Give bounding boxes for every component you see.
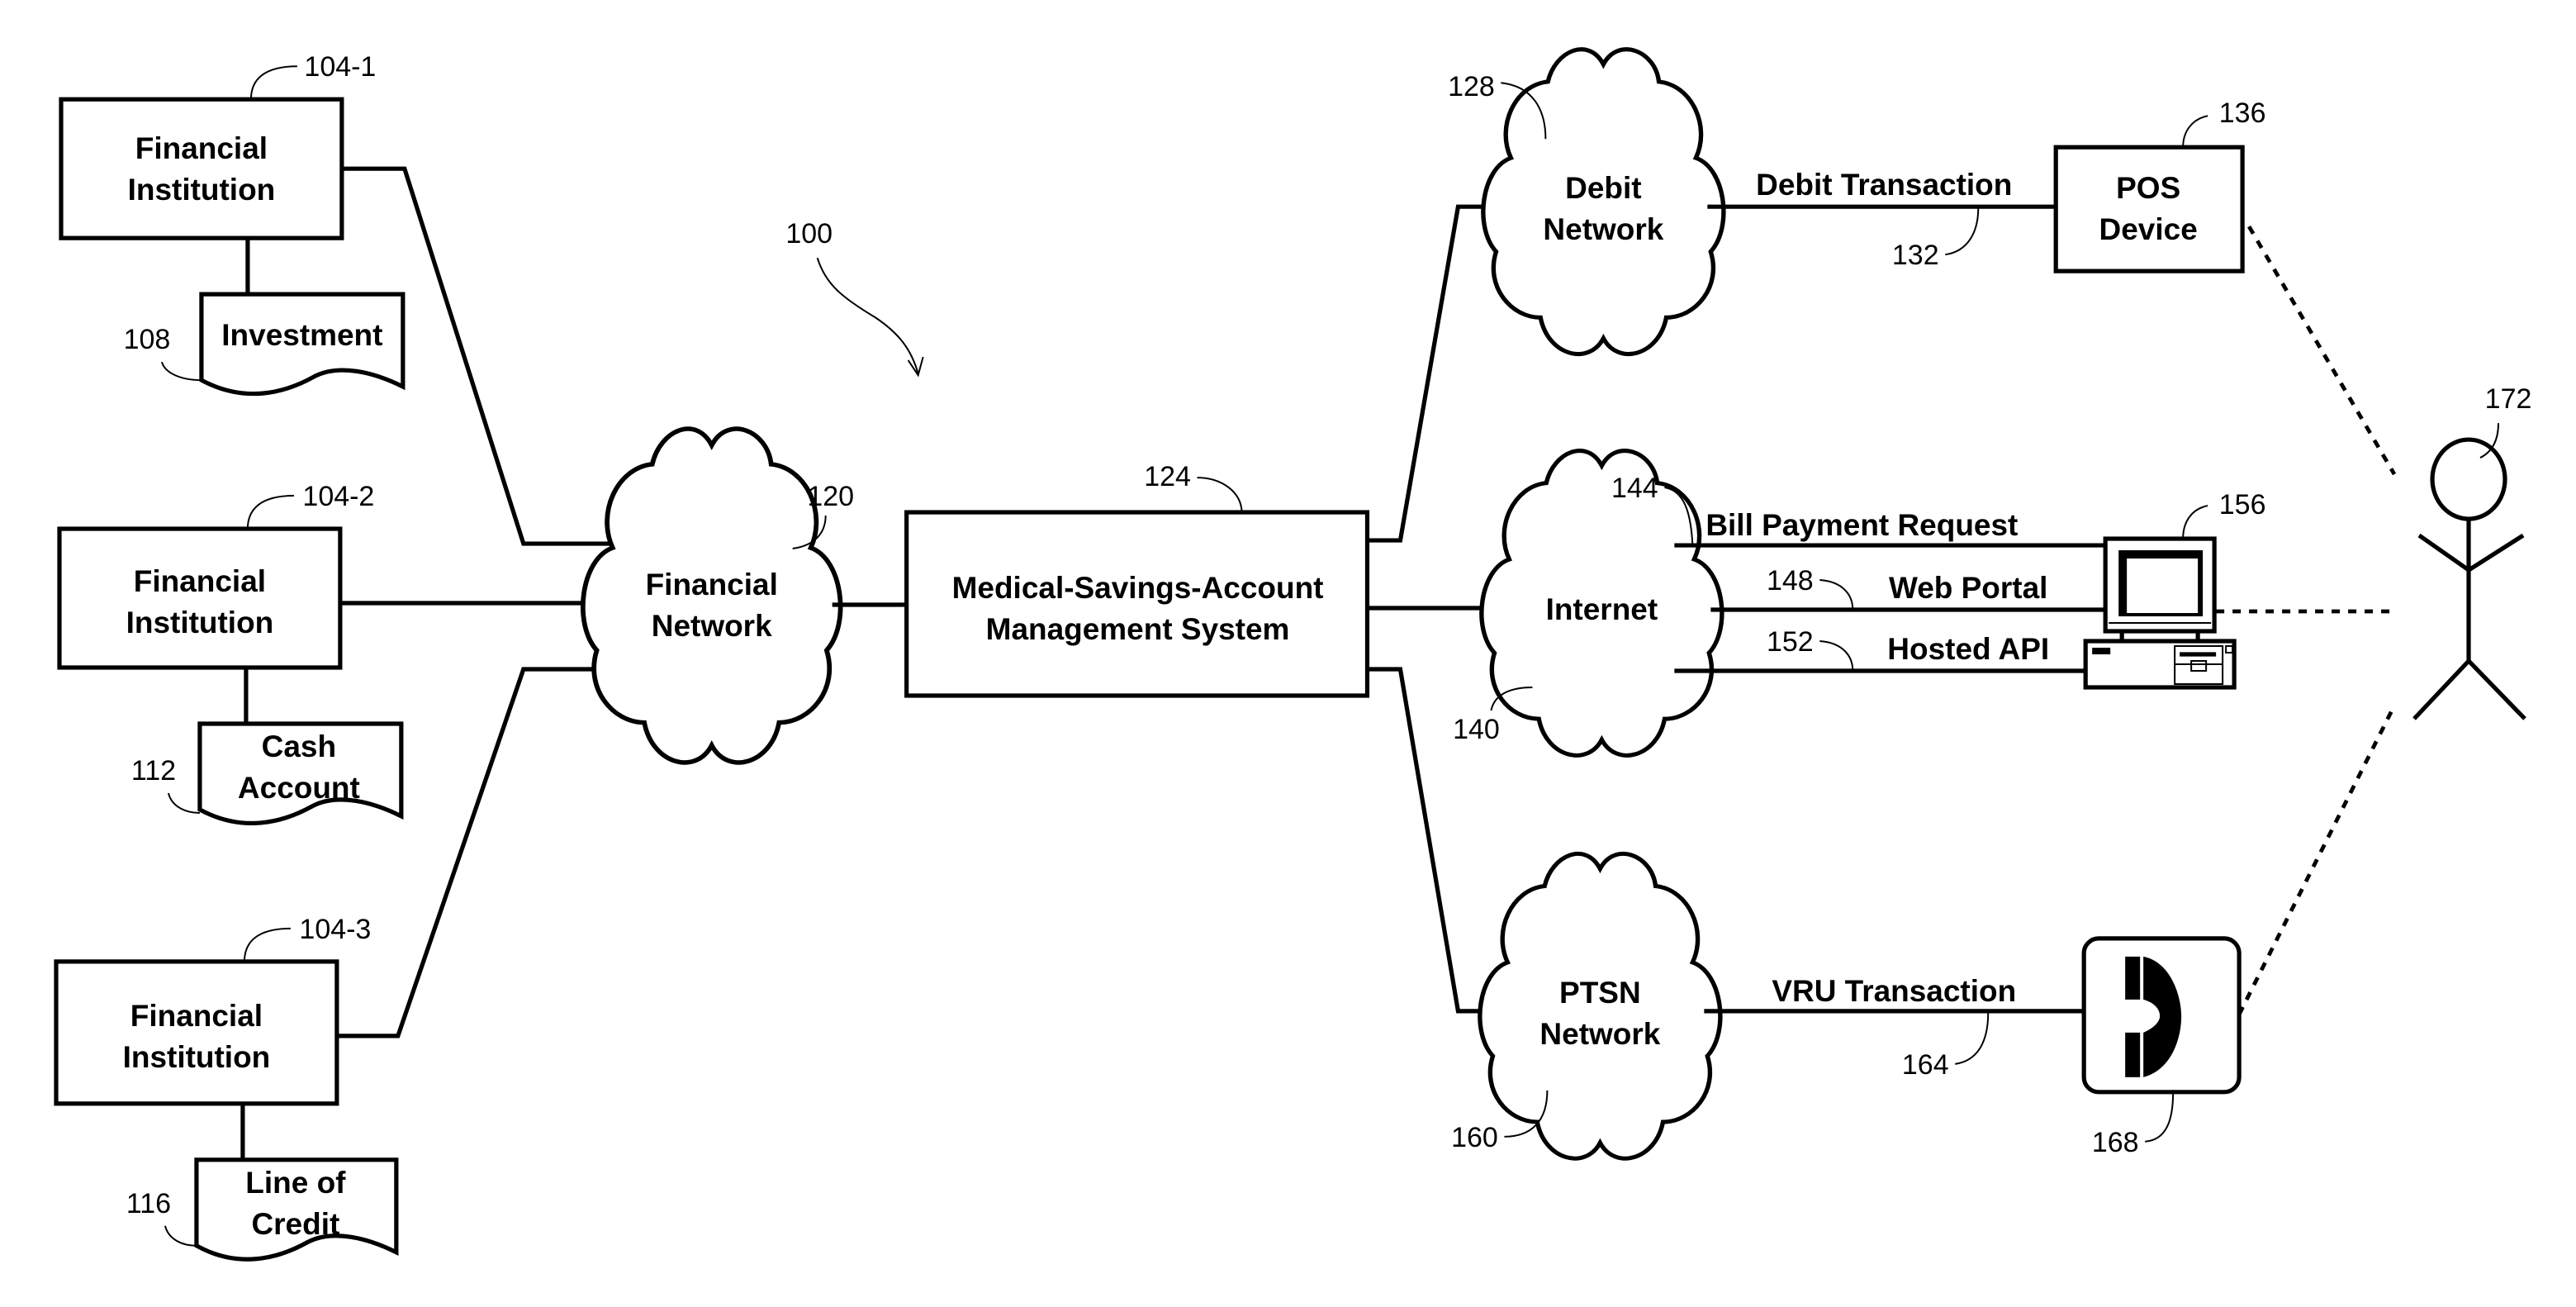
fi-label-line1: Financial xyxy=(135,131,268,165)
ref-label-152: 152 xyxy=(1767,626,1814,658)
ref-leader xyxy=(243,927,291,962)
pos-label-line1: POS xyxy=(2116,171,2180,205)
ref-label-104-3: 104-3 xyxy=(299,914,371,945)
user-pos-interaction xyxy=(2247,225,2397,476)
financial-institution-2[interactable]: Financial Institution 104-2 xyxy=(57,481,374,670)
ptsn-network-label-line2: Network xyxy=(1539,1017,1660,1051)
pos-label-line2: Device xyxy=(2099,212,2198,246)
user-right-arm xyxy=(2467,533,2525,573)
ref-leader xyxy=(2182,505,2208,539)
ref-leader xyxy=(1819,579,1854,611)
fi-label-line1: Financial xyxy=(134,564,266,598)
power-indicator xyxy=(2092,648,2111,654)
ref-label-160: 160 xyxy=(1451,1122,1498,1153)
handset-earpiece xyxy=(2125,956,2141,1000)
ref-label-140: 140 xyxy=(1453,714,1500,745)
bill-payment-request-label: Bill Payment Request xyxy=(1705,508,2018,542)
ref-label-164: 164 xyxy=(1902,1049,1949,1081)
ref-leader xyxy=(1945,208,1980,256)
fi-label-line1: Financial xyxy=(130,999,263,1033)
desktop-computer-icon[interactable]: 156 xyxy=(2083,489,2266,690)
hosted-api-label: Hosted API xyxy=(1887,632,2049,666)
account-label-line1: Investment xyxy=(221,318,382,352)
system-diagram: 100 Financial Institution 104-1 Investme… xyxy=(54,0,2532,1262)
ref-label-128: 128 xyxy=(1448,71,1495,102)
financial-institution-1[interactable]: Financial Institution 104-1 xyxy=(59,51,376,240)
financial-network-label-line2: Network xyxy=(652,609,772,643)
user-left-arm xyxy=(2417,533,2470,573)
ref-label-108: 108 xyxy=(124,324,171,355)
user-head xyxy=(2430,437,2507,521)
ref-label-104-2: 104-2 xyxy=(302,481,374,512)
ref-label-104-1: 104-1 xyxy=(304,51,376,83)
debit-transaction-label: Debit Transaction xyxy=(1756,168,2012,202)
fi-label-line2: Institution xyxy=(123,1040,271,1074)
connector-msa-debit-network xyxy=(1367,204,1500,543)
ref-leader xyxy=(2182,115,2208,148)
account-label-line2: Credit xyxy=(251,1207,339,1241)
account-label-line1: Line of xyxy=(245,1166,346,1200)
user-left-leg xyxy=(2412,659,2470,720)
ref-label-132: 132 xyxy=(1892,240,1939,271)
ref-label-116: 116 xyxy=(126,1188,171,1219)
account-investment[interactable]: Investment 108 xyxy=(124,292,406,397)
user-telephone-interaction xyxy=(2237,704,2397,1015)
ref-label-148: 148 xyxy=(1767,565,1814,596)
fi-label-line2: Institution xyxy=(128,173,276,207)
ref-leader xyxy=(1819,640,1854,672)
account-line-of-credit[interactable]: Line of Credit 116 xyxy=(126,1157,399,1262)
ref-label-144: 144 xyxy=(1611,473,1658,504)
ref-leader xyxy=(167,792,200,814)
account-cash[interactable]: Cash Account 112 xyxy=(131,721,404,825)
msa-label-line1: Medical-Savings-Account xyxy=(952,571,1324,605)
msa-management-system[interactable]: Medical-Savings-Account Management Syste… xyxy=(904,461,1370,698)
web-portal-label: Web Portal xyxy=(1889,571,2047,605)
telephone-handset-icon[interactable]: 168 xyxy=(2081,936,2242,1158)
debit-network-label-line2: Network xyxy=(1543,212,1663,246)
ref-label-156: 156 xyxy=(2219,489,2266,520)
financial-institution-3[interactable]: Financial Institution 104-3 xyxy=(54,914,371,1106)
pos-box[interactable] xyxy=(2053,145,2245,273)
ref-leader xyxy=(1197,477,1243,513)
ref-label-172: 172 xyxy=(2485,383,2532,415)
pos-device[interactable]: POS Device 136 xyxy=(2053,97,2266,273)
handset-mouthpiece xyxy=(2125,1032,2141,1077)
stick-figure-user-icon[interactable]: 172 xyxy=(2412,383,2532,720)
ptsn-network-label-line1: PTSN xyxy=(1559,976,1641,1010)
fi-label-line2: Institution xyxy=(126,606,274,639)
fi-box[interactable] xyxy=(59,97,344,240)
ref-label-168: 168 xyxy=(2092,1127,2139,1158)
ref-leader xyxy=(246,495,294,530)
ref-leader xyxy=(160,361,202,382)
ref-leader xyxy=(249,65,297,100)
msa-label-line2: Management System xyxy=(986,612,1290,646)
ref-label-112: 112 xyxy=(131,755,176,787)
ref-leader xyxy=(2145,1091,2175,1143)
vru-transaction-label: VRU Transaction xyxy=(1772,974,2016,1008)
internet-label: Internet xyxy=(1546,592,1658,626)
ref-leader xyxy=(1955,1012,1990,1065)
figure-reference-100: 100 xyxy=(785,218,924,378)
debit-network-label-line1: Debit xyxy=(1565,171,1641,205)
ref-label-136: 136 xyxy=(2219,97,2266,129)
ref-label-100: 100 xyxy=(785,218,833,250)
account-label-line1: Cash xyxy=(262,730,336,763)
ref-label-124: 124 xyxy=(1144,461,1191,492)
ref-leader xyxy=(164,1225,197,1247)
account-label-line2: Account xyxy=(238,771,360,805)
user-right-leg xyxy=(2467,659,2526,720)
screen xyxy=(2127,558,2199,614)
financial-network-label-line1: Financial xyxy=(646,568,778,601)
ref-label-120: 120 xyxy=(807,481,854,512)
leader-arrow xyxy=(816,257,919,374)
